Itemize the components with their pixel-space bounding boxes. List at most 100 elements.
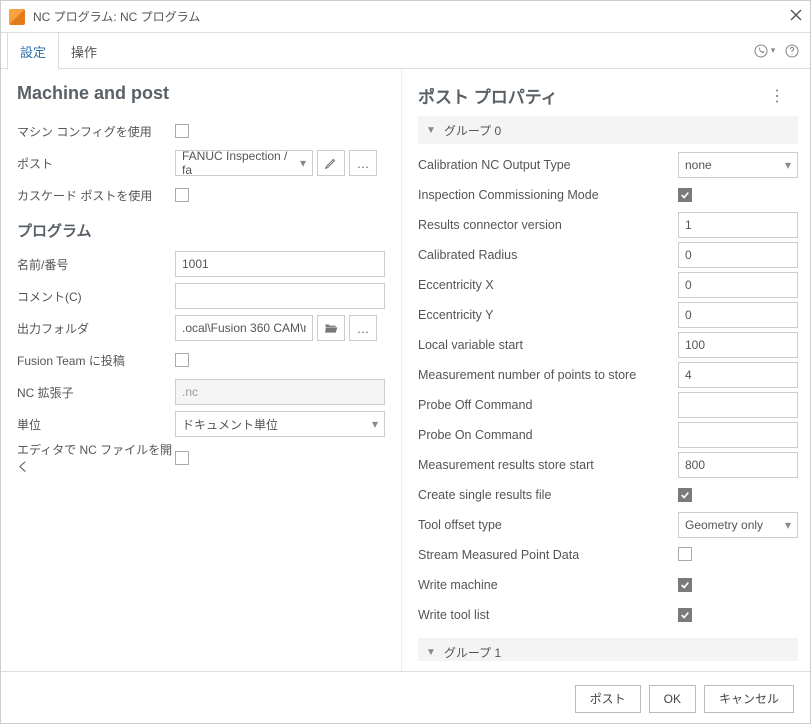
check-icon [680,580,690,590]
pencil-icon [324,156,338,170]
cascade-post-checkbox[interactable] [175,188,189,202]
comment-label: コメント(C) [17,288,175,305]
write-machine-checkbox[interactable] [678,578,692,592]
post-properties-heading: ポスト プロパティ [418,83,769,108]
close-button[interactable] [782,9,802,24]
name-number-label: 名前/番号 [17,256,175,273]
use-machine-config-checkbox[interactable] [175,124,189,138]
meas-num-points-label: Measurement number of points to store [418,368,678,382]
meas-store-start-input[interactable] [678,452,798,478]
window-title: NC プログラム: NC プログラム [33,8,782,25]
comment-input[interactable] [175,283,385,309]
post-button[interactable]: ポスト [575,685,641,713]
output-folder-more-button[interactable]: … [349,315,377,341]
tool-offset-label: Tool offset type [418,518,678,532]
eccentricity-y-input[interactable] [678,302,798,328]
post-select-value: FANUC Inspection / fa [182,149,300,177]
units-select-value: ドキュメント単位 [182,416,278,433]
tool-offset-select[interactable]: Geometry only▾ [678,512,798,538]
single-results-label: Create single results file [418,488,678,502]
eccentricity-x-label: Eccentricity X [418,278,678,292]
titlebar: NC プログラム: NC プログラム [1,1,810,33]
local-var-start-label: Local variable start [418,338,678,352]
write-tool-list-checkbox[interactable] [678,608,692,622]
calibration-type-label: Calibration NC Output Type [418,158,678,172]
probe-off-label: Probe Off Command [418,398,678,412]
probe-off-input[interactable] [678,392,798,418]
open-in-editor-label: エディタで NC ファイルを開く [17,441,175,475]
ok-button[interactable]: OK [649,685,696,713]
folder-open-icon [324,322,338,334]
calibrated-radius-label: Calibrated Radius [418,248,678,262]
help-button[interactable] [780,39,804,63]
connector-version-input[interactable] [678,212,798,238]
program-heading: プログラム [17,220,385,241]
inspection-mode-checkbox[interactable] [678,188,692,202]
fusion-team-label: Fusion Team に投稿 [17,352,175,369]
chevron-down-icon: ▾ [300,156,306,170]
single-results-checkbox[interactable] [678,488,692,502]
post-more-button[interactable]: … [349,150,377,176]
phone-dropdown-button[interactable]: ▾ [752,39,776,63]
eccentricity-x-input[interactable] [678,272,798,298]
post-properties-menu-button[interactable]: ⋮ [769,86,786,106]
check-icon [680,490,690,500]
ellipsis-icon: … [357,321,370,336]
post-label: ポスト [17,155,175,172]
stream-measured-checkbox[interactable] [678,547,692,561]
chevron-down-icon: ▾ [372,417,378,431]
post-properties-scroll[interactable]: ▼ グループ 0 Calibration NC Output Type none… [418,116,804,661]
output-folder-label: 出力フォルダ [17,320,175,337]
nc-extension-label: NC 拡張子 [17,384,175,401]
write-machine-label: Write machine [418,578,678,592]
phone-icon [753,43,769,59]
eccentricity-y-label: Eccentricity Y [418,308,678,322]
edit-post-button[interactable] [317,150,345,176]
probe-on-input[interactable] [678,422,798,448]
chevron-down-icon: ▾ [785,158,791,172]
group-1-header[interactable]: ▼ グループ 1 [418,638,798,661]
group-0-header[interactable]: ▼ グループ 0 [418,116,798,144]
inspection-mode-label: Inspection Commissioning Mode [418,188,678,202]
local-var-start-input[interactable] [678,332,798,358]
calibration-type-select[interactable]: none▾ [678,152,798,178]
write-tool-list-label: Write tool list [418,608,678,622]
open-in-editor-checkbox[interactable] [175,451,189,465]
name-number-input[interactable] [175,251,385,277]
open-folder-button[interactable] [317,315,345,341]
app-logo-icon [9,9,25,25]
tab-settings[interactable]: 設定 [7,32,59,71]
units-label: 単位 [17,416,175,433]
check-icon [680,610,690,620]
group-1-label: グループ 1 [444,644,501,661]
footer: ポスト OK キャンセル [1,671,810,725]
use-machine-config-label: マシン コンフィグを使用 [17,123,175,140]
ellipsis-icon: … [357,156,370,171]
fusion-team-checkbox[interactable] [175,353,189,367]
group-0-label: グループ 0 [444,122,501,139]
post-select[interactable]: FANUC Inspection / fa ▾ [175,150,313,176]
meas-store-start-label: Measurement results store start [418,458,678,472]
units-select[interactable]: ドキュメント単位 ▾ [175,411,385,437]
meas-num-points-input[interactable] [678,362,798,388]
vertical-ellipsis-icon: ⋮ [769,88,786,105]
probe-on-label: Probe On Command [418,428,678,442]
calibrated-radius-input[interactable] [678,242,798,268]
triangle-down-icon: ▼ [426,125,436,136]
chevron-down-icon: ▾ [771,45,776,56]
nc-extension-input[interactable] [175,379,385,405]
chevron-down-icon: ▾ [785,518,791,532]
triangle-down-icon: ▼ [426,647,436,658]
machine-and-post-heading: Machine and post [17,83,385,104]
close-icon [790,9,802,21]
tabbar: 設定 操作 ▾ [1,33,810,69]
output-folder-input[interactable] [175,315,313,341]
right-panel: ポスト プロパティ ⋮ ▼ グループ 0 Calibration NC Outp… [401,69,810,671]
connector-version-label: Results connector version [418,218,678,232]
stream-measured-label: Stream Measured Point Data [418,548,678,562]
cascade-post-label: カスケード ポストを使用 [17,187,175,204]
check-icon [680,190,690,200]
left-panel: Machine and post マシン コンフィグを使用 ポスト FANUC … [1,69,401,671]
tab-operations[interactable]: 操作 [59,33,109,69]
cancel-button[interactable]: キャンセル [704,685,794,713]
